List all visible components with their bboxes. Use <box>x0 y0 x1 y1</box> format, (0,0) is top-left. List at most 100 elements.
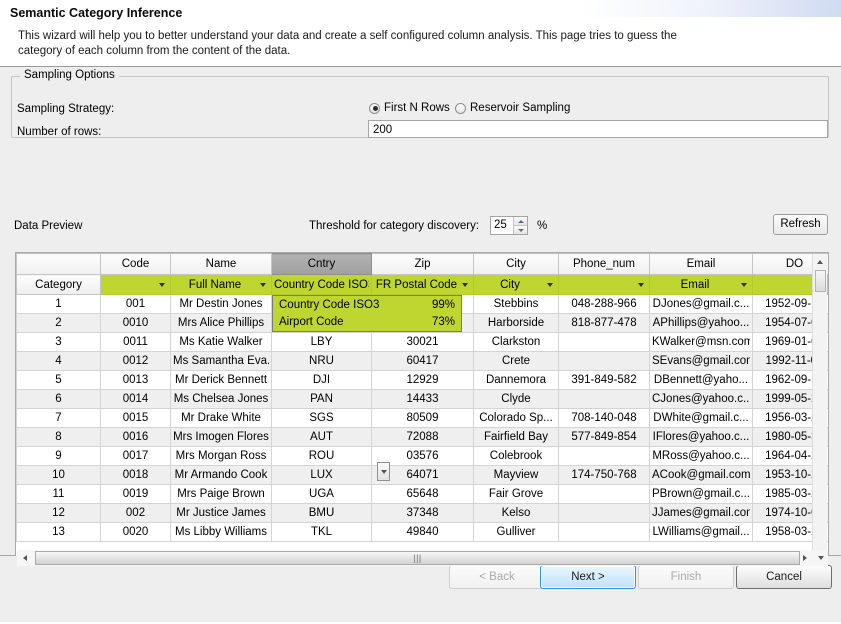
cell-name[interactable]: Mr Derick Bennett <box>171 371 272 390</box>
cell-name[interactable]: Mr Justice James <box>171 504 272 523</box>
row-number[interactable]: 1 <box>17 295 101 314</box>
cell-name[interactable]: Mr Destin Jones <box>171 295 272 314</box>
cell-name[interactable]: Mrs Paige Brown <box>171 485 272 504</box>
row-number[interactable]: 10 <box>17 466 101 485</box>
cell-zip[interactable]: 37348 <box>372 504 474 523</box>
cell-city[interactable]: Gulliver <box>474 523 559 542</box>
cell-cntry[interactable]: SGS <box>272 409 372 428</box>
cell-city[interactable]: Clyde <box>474 390 559 409</box>
table-row[interactable]: 70015Mr Drake WhiteSGS80509Colorado Sp..… <box>17 409 830 428</box>
table-row[interactable]: 100018Mr Armando CookLUX64071Mayview174-… <box>17 466 830 485</box>
column-header-zip[interactable]: Zip <box>372 254 474 275</box>
cell-code[interactable]: 0020 <box>101 523 171 542</box>
dropdown-option[interactable]: Country Code ISO3 99% <box>273 296 461 313</box>
cell-code[interactable]: 0011 <box>101 333 171 352</box>
dropdown-option[interactable]: Airport Code 73% <box>273 313 461 330</box>
category-select-phone-num[interactable] <box>559 275 650 295</box>
cell-phone-num[interactable] <box>559 523 650 542</box>
row-number[interactable]: 2 <box>17 314 101 333</box>
radio-reservoir-sampling[interactable]: Reservoir Sampling <box>455 102 570 114</box>
cell-email[interactable]: DBennett@yaho... <box>650 371 753 390</box>
horizontal-scrollbar[interactable]: ||| <box>17 550 829 566</box>
row-number[interactable]: 13 <box>17 523 101 542</box>
cell-name[interactable]: Ms Chelsea Jones <box>171 390 272 409</box>
vertical-scrollbar-thumb[interactable] <box>815 270 826 292</box>
row-number[interactable]: 5 <box>17 371 101 390</box>
scroll-up-button[interactable] <box>813 254 827 269</box>
horizontal-scrollbar-thumb[interactable]: ||| <box>35 551 800 565</box>
cell-cntry[interactable]: NRU <box>272 352 372 371</box>
row-number[interactable]: 9 <box>17 447 101 466</box>
column-header-name[interactable]: Name <box>171 254 272 275</box>
horizontal-scrollbar-track[interactable]: ||| <box>33 551 797 565</box>
cell-code[interactable]: 001 <box>101 295 171 314</box>
cell-phone-num[interactable]: 818-877-478 <box>559 314 650 333</box>
cell-name[interactable]: Mrs Alice Phillips <box>171 314 272 333</box>
table-row[interactable]: 12002Mr Justice JamesBMU37348KelsoJJames… <box>17 504 830 523</box>
cell-cntry[interactable]: BMU <box>272 504 372 523</box>
column-header-code[interactable]: Code <box>101 254 171 275</box>
cell-cntry[interactable]: AUT <box>272 428 372 447</box>
table-row[interactable]: 40012Ms Samantha Eva...NRU60417CreteSEva… <box>17 352 830 371</box>
cell-email[interactable]: SEvans@gmail.com <box>650 352 753 371</box>
cell-cntry[interactable]: DJI <box>272 371 372 390</box>
row-number[interactable]: 11 <box>17 485 101 504</box>
cell-zip[interactable]: 72088 <box>372 428 474 447</box>
cell-phone-num[interactable]: 048-288-966 <box>559 295 650 314</box>
cell-email[interactable]: CJones@yahoo.c... <box>650 390 753 409</box>
cell-zip[interactable]: 14433 <box>372 390 474 409</box>
cell-zip[interactable]: 49840 <box>372 523 474 542</box>
cell-city[interactable]: Fairfield Bay <box>474 428 559 447</box>
cell-name[interactable]: Mr Armando Cook <box>171 466 272 485</box>
vertical-scrollbar[interactable] <box>812 254 827 550</box>
cell-city[interactable]: Harborside <box>474 314 559 333</box>
threshold-stepper-buttons[interactable] <box>513 217 527 234</box>
cell-email[interactable]: ACook@gmail.com <box>650 466 753 485</box>
column-header-phone-num[interactable]: Phone_num <box>559 254 650 275</box>
cell-city[interactable]: Stebbins <box>474 295 559 314</box>
cell-phone-num[interactable] <box>559 352 650 371</box>
cell-cntry[interactable]: LUX <box>272 466 372 485</box>
radio-first-n-rows[interactable]: First N Rows <box>369 102 450 114</box>
cell-email[interactable]: IFlores@yahoo.c... <box>650 428 753 447</box>
column-header-email[interactable]: Email <box>650 254 753 275</box>
cell-phone-num[interactable]: 708-140-048 <box>559 409 650 428</box>
row-number[interactable]: 7 <box>17 409 101 428</box>
next-button[interactable]: Next > <box>540 565 636 589</box>
chevron-down-icon[interactable] <box>257 283 269 287</box>
cell-name[interactable]: Ms Libby Williams <box>171 523 272 542</box>
table-row[interactable]: 80016Mrs Imogen FloresAUT72088Fairfield … <box>17 428 830 447</box>
category-select-city[interactable]: City <box>474 275 559 295</box>
cell-city[interactable]: Crete <box>474 352 559 371</box>
column-header-cntry[interactable]: Cntry <box>272 254 372 275</box>
threshold-stepper[interactable]: 25 <box>490 216 528 235</box>
cancel-button[interactable]: Cancel <box>736 565 832 589</box>
chevron-down-icon[interactable] <box>635 283 647 287</box>
cell-city[interactable]: Dannemora <box>474 371 559 390</box>
cell-email[interactable]: DJones@gmail.c... <box>650 295 753 314</box>
cell-code[interactable]: 0012 <box>101 352 171 371</box>
cell-city[interactable]: Clarkston <box>474 333 559 352</box>
finish-button[interactable]: Finish <box>638 565 734 589</box>
cell-zip[interactable]: 80509 <box>372 409 474 428</box>
cell-phone-num[interactable] <box>559 447 650 466</box>
cell-code[interactable]: 0010 <box>101 314 171 333</box>
cell-name[interactable]: Mrs Morgan Ross <box>171 447 272 466</box>
category-select-cntry[interactable]: Country Code ISO3 <box>272 275 372 295</box>
chevron-down-icon[interactable] <box>738 283 750 287</box>
cell-code[interactable]: 0018 <box>101 466 171 485</box>
row-number[interactable]: 3 <box>17 333 101 352</box>
cell-city[interactable]: Fair Grove <box>474 485 559 504</box>
table-row[interactable]: 50013Mr Derick BennettDJI12929Dannemora3… <box>17 371 830 390</box>
cell-city[interactable]: Colorado Sp... <box>474 409 559 428</box>
table-row[interactable]: 110019Mrs Paige BrownUGA65648Fair GroveP… <box>17 485 830 504</box>
cell-cntry[interactable]: UGA <box>272 485 372 504</box>
cell-name[interactable]: Ms Katie Walker <box>171 333 272 352</box>
table-row[interactable]: 30011Ms Katie WalkerLBY30021ClarkstonKWa… <box>17 333 830 352</box>
refresh-button[interactable]: Refresh <box>773 214 828 235</box>
cell-email[interactable]: PBrown@gmail.c... <box>650 485 753 504</box>
category-select-email[interactable]: Email <box>650 275 753 295</box>
row-number[interactable]: 12 <box>17 504 101 523</box>
cell-code[interactable]: 0017 <box>101 447 171 466</box>
cell-phone-num[interactable] <box>559 485 650 504</box>
